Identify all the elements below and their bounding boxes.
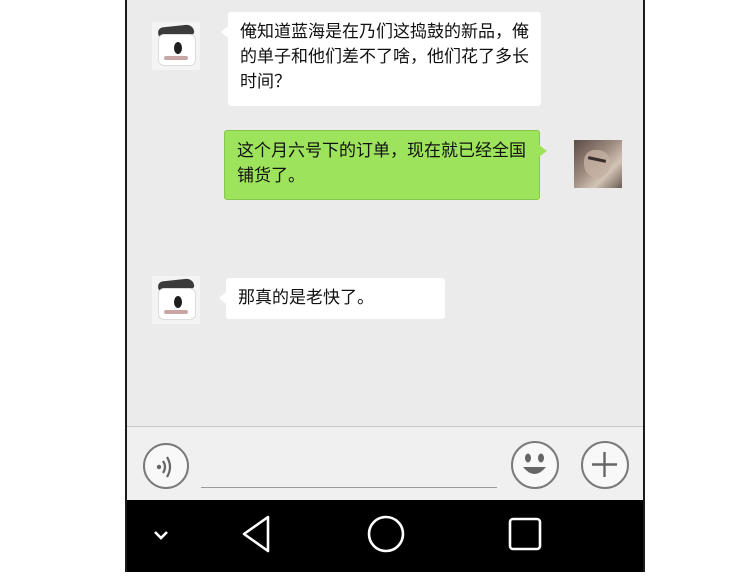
emoji-icon [523, 453, 546, 474]
chat-screen: 俺知道蓝海是在乃们这捣鼓的新品，俺的单子和他们差不了啥，他们花了多长时间？ 这个… [125, 0, 645, 572]
voice-input-button[interactable] [143, 443, 189, 489]
chevron-down-icon[interactable] [151, 527, 171, 543]
incoming-message-bubble[interactable]: 俺知道蓝海是在乃们这捣鼓的新品，俺的单子和他们差不了啥，他们花了多长时间？ [221, 12, 541, 106]
contact-avatar[interactable] [152, 22, 200, 70]
emoji-button[interactable] [511, 441, 559, 489]
incoming-message-bubble[interactable]: 那真的是老快了。 [219, 278, 445, 319]
my-avatar[interactable] [574, 140, 622, 188]
message-text: 那真的是老快了。 [238, 288, 374, 308]
recents-square-icon[interactable] [507, 516, 543, 552]
plus-icon [592, 452, 617, 477]
system-nav-bar [127, 500, 643, 572]
back-triangle-icon[interactable] [239, 514, 273, 554]
outgoing-message-bubble[interactable]: 这个月六号下的订单，现在就已经全国铺货了。 [224, 130, 547, 200]
message-text: 这个月六号下的订单，现在就已经全国铺货了。 [237, 141, 526, 186]
message-input[interactable] [201, 487, 497, 488]
home-circle-icon[interactable] [366, 514, 406, 554]
contact-avatar[interactable] [152, 276, 200, 324]
chat-input-bar [127, 426, 643, 501]
more-options-button[interactable] [581, 441, 629, 489]
voice-icon [156, 456, 172, 478]
message-text: 俺知道蓝海是在乃们这捣鼓的新品，俺的单子和他们差不了啥，他们花了多长时间？ [240, 22, 529, 92]
